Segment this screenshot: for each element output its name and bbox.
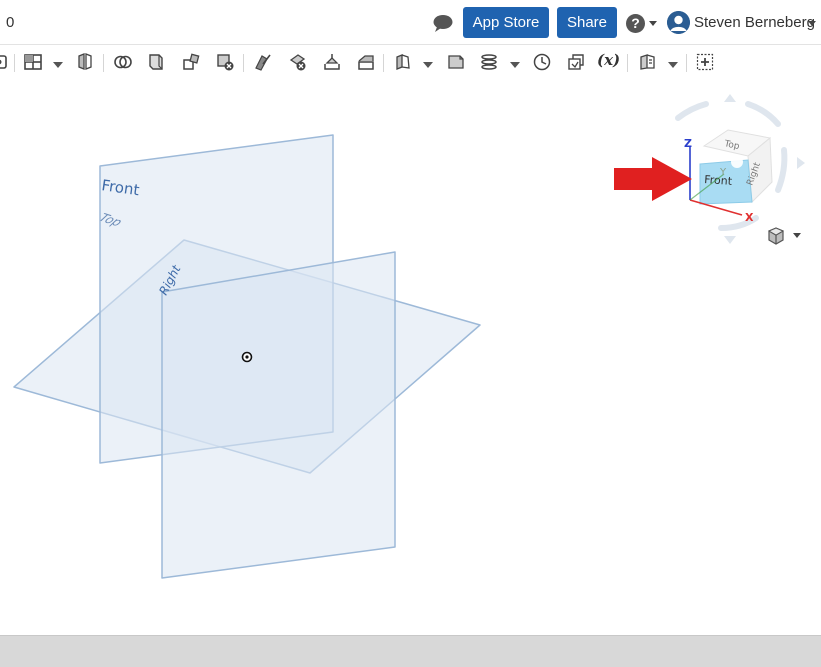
axis-x-label: X [745,211,754,224]
view-options-cube-icon[interactable] [766,226,786,246]
axis-z-label: Z [684,137,692,150]
bottom-status-bar [0,635,821,667]
right-plane [161,251,396,579]
rotate-up-icon [724,94,736,102]
view-cube[interactable]: Top Front Right Z Y X [606,90,821,250]
axis-y-label: Y [719,167,727,178]
origin-icon [241,351,253,363]
view-options-caret-icon[interactable] [793,233,801,238]
rotate-down-icon [724,236,736,244]
red-annotation-arrow-icon [614,157,692,201]
rotate-right-icon [797,157,805,169]
